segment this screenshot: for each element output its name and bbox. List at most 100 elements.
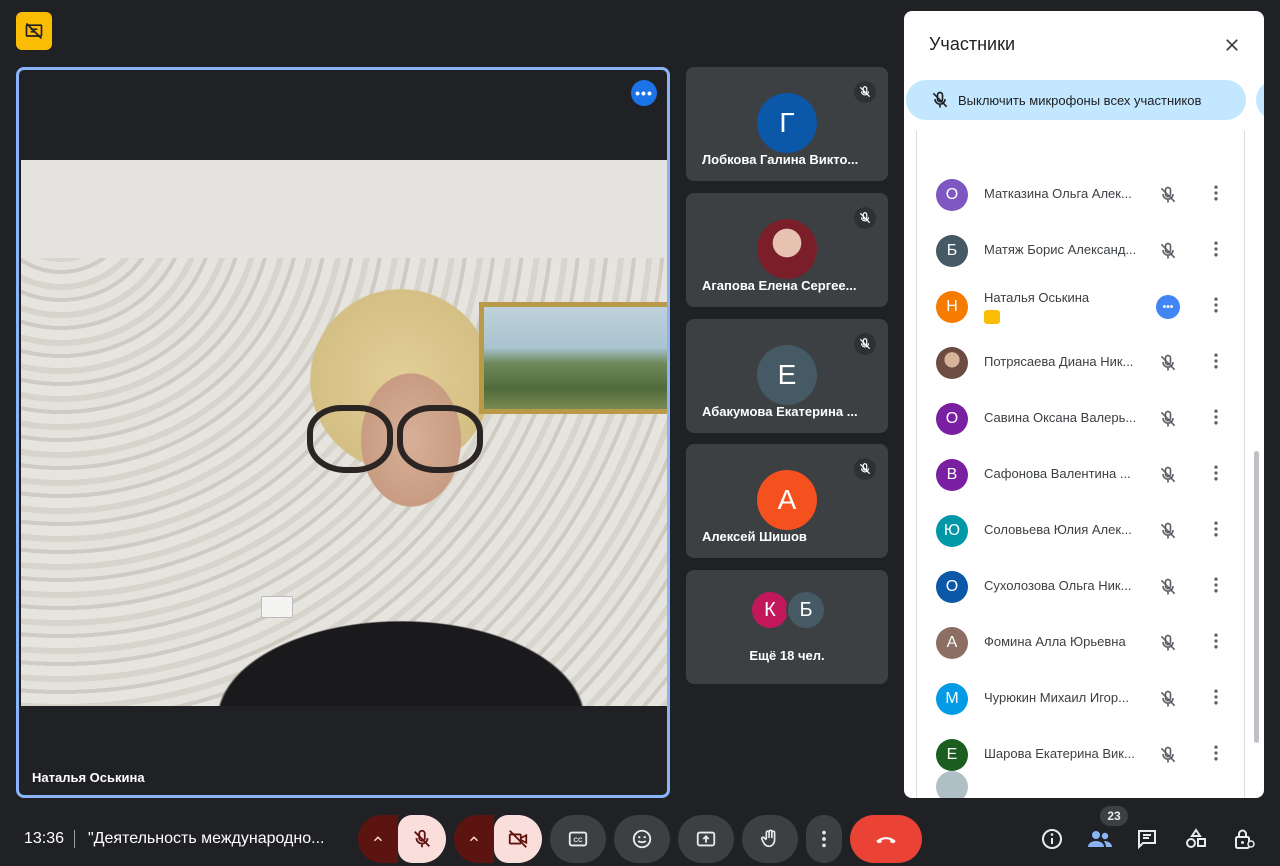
info-icon	[1042, 829, 1062, 849]
activities-button[interactable]	[1183, 826, 1209, 852]
participant-options-button[interactable]	[1204, 351, 1228, 375]
meeting-title: "Деятельность международно...	[88, 830, 325, 847]
clock: 13:36	[24, 830, 65, 847]
avatar: К	[750, 590, 790, 630]
avatar: А	[757, 470, 817, 530]
participant-options-button[interactable]	[1204, 295, 1228, 319]
presentation-off-badge[interactable]	[16, 12, 52, 50]
chat-icon	[1138, 830, 1156, 850]
audio-options-button[interactable]	[358, 815, 398, 863]
participant-count-badge: 23	[1100, 806, 1128, 826]
participant-options-button[interactable]	[1204, 407, 1228, 431]
chat-button[interactable]	[1134, 826, 1160, 852]
mic-control-group	[358, 815, 446, 863]
list-item[interactable]: О Савина Оксана Валерь...	[917, 391, 1244, 447]
more-vert-icon	[1206, 183, 1226, 208]
host-controls-button[interactable]	[1231, 826, 1257, 852]
video-options-button[interactable]	[454, 815, 494, 863]
participant-name: Чурюкин Михаил Игор...	[984, 690, 1129, 705]
wall-outlet	[261, 596, 293, 618]
avatar: А	[936, 627, 968, 659]
participant-list: О Матказина Ольга Алек... Б Матяж Борис Але…	[916, 131, 1245, 798]
participant-name: Соловьева Юлия Алек...	[984, 522, 1132, 537]
mic-off-icon[interactable]	[1156, 351, 1180, 375]
wall-painting	[479, 302, 667, 414]
more-vert-icon	[822, 830, 826, 848]
mute-all-button[interactable]: Выключить микрофоны всех участников	[906, 80, 1246, 120]
mic-off-icon	[932, 91, 948, 108]
more-vert-icon	[1206, 575, 1226, 600]
more-participants-tile[interactable]: К Б Ещё 18 чел.	[686, 570, 888, 684]
speaker-video	[21, 160, 667, 706]
captions-button[interactable]: CC	[550, 815, 606, 863]
mic-off-icon[interactable]	[1156, 239, 1180, 263]
list-item[interactable]: О Матказина Ольга Алек...	[917, 167, 1244, 223]
mic-off-icon[interactable]	[1156, 631, 1180, 655]
list-item[interactable]: Потрясаева Диана Ник...	[917, 335, 1244, 391]
mic-off-icon	[854, 207, 876, 229]
participant-more-button[interactable]: •••	[1156, 295, 1180, 319]
participant-name: Савина Оксана Валерь...	[984, 410, 1137, 425]
list-item[interactable]: М Чурюкин Михаил Игор...	[917, 671, 1244, 727]
present-screen-button[interactable]	[678, 815, 734, 863]
scrollbar[interactable]	[1254, 451, 1259, 743]
list-item[interactable]: О Сухолозова Ольга Ник...	[917, 559, 1244, 615]
speaker-glasses	[293, 405, 493, 475]
leave-call-button[interactable]	[850, 815, 922, 863]
close-panel-button[interactable]	[1220, 33, 1244, 57]
participant-options-button[interactable]	[1204, 687, 1228, 711]
participant-options-button[interactable]	[1204, 183, 1228, 207]
participant-tile[interactable]: А Алексей Шишов	[686, 444, 888, 558]
participant-options-button[interactable]	[1204, 631, 1228, 655]
list-item[interactable]	[917, 759, 1244, 798]
more-options-button[interactable]	[806, 815, 842, 863]
mic-off-icon	[854, 333, 876, 355]
list-item[interactable]: Б Матяж Борис Александ...	[917, 223, 1244, 279]
mic-off-icon[interactable]	[1156, 463, 1180, 487]
participant-options-button[interactable]	[1204, 575, 1228, 599]
people-button[interactable]	[1087, 826, 1113, 852]
camera-toggle-button[interactable]	[494, 815, 542, 863]
raise-hand-button[interactable]	[742, 815, 798, 863]
participant-tile[interactable]: Г Лобкова Галина Викто...	[686, 67, 888, 181]
hand-icon	[760, 829, 776, 848]
more-vert-icon	[1206, 295, 1226, 320]
participant-name: Лобкова Галина Викто...	[702, 152, 859, 167]
present-off-icon	[25, 22, 43, 40]
avatar: Б	[786, 590, 826, 630]
list-item[interactable]	[917, 131, 1244, 143]
main-video-tile[interactable]: ••• Наталья Оськина	[16, 67, 670, 798]
meeting-details-button[interactable]	[1039, 826, 1065, 852]
mic-toggle-button[interactable]	[398, 815, 446, 863]
participant-tile[interactable]: Е Абакумова Екатерина ...	[686, 319, 888, 433]
avatar	[936, 347, 968, 379]
avatar: Б	[936, 235, 968, 267]
mic-off-icon	[854, 81, 876, 103]
list-item[interactable]: Н Наталья Оськина •••	[917, 279, 1244, 335]
avatar: О	[936, 571, 968, 603]
close-icon	[1226, 39, 1238, 51]
participant-options-button[interactable]	[1204, 239, 1228, 263]
mic-off-icon[interactable]	[1156, 519, 1180, 543]
mic-off-icon[interactable]	[1156, 687, 1180, 711]
participant-options-button[interactable]	[1204, 519, 1228, 543]
secondary-panel-button[interactable]	[1256, 80, 1264, 120]
participant-tile[interactable]: Агапова Елена Сергее...	[686, 193, 888, 307]
list-item[interactable]: В Сафонова Валентина ...	[917, 447, 1244, 503]
avatar: О	[936, 403, 968, 435]
list-item[interactable]: А Фомина Алла Юрьевна	[917, 615, 1244, 671]
reactions-button[interactable]	[614, 815, 670, 863]
divider	[74, 830, 75, 848]
panel-title: Участники	[929, 34, 1015, 54]
list-item[interactable]: Ю Соловьева Юлия Алек...	[917, 503, 1244, 559]
chevron-up-icon	[373, 836, 383, 842]
mic-off-icon[interactable]	[1156, 575, 1180, 599]
participant-name: Фомина Алла Юрьевна	[984, 634, 1126, 649]
mic-off-icon	[414, 829, 430, 848]
tile-more-options-button[interactable]: •••	[631, 80, 657, 106]
participant-name: Абакумова Екатерина ...	[702, 404, 858, 419]
more-vert-icon	[1206, 463, 1226, 488]
mic-off-icon[interactable]	[1156, 407, 1180, 431]
mic-off-icon[interactable]	[1156, 183, 1180, 207]
participant-options-button[interactable]	[1204, 463, 1228, 487]
